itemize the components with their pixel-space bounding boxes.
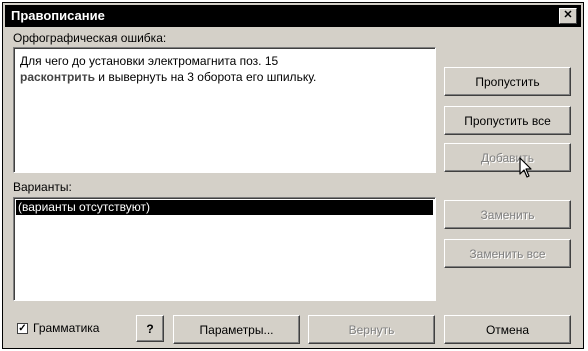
spelling-dialog: Правописание ✕ Орфографическая ошибка: Д… xyxy=(2,2,584,349)
suggestions-list[interactable]: (варианты отсутствуют) xyxy=(13,197,436,301)
list-item[interactable]: (варианты отсутствуют) xyxy=(16,200,433,215)
help-icon[interactable]: ? xyxy=(136,315,164,342)
spelling-error-label: Орфографическая ошибка: xyxy=(13,31,167,45)
replace-all-button[interactable]: Заменить все xyxy=(444,239,571,268)
params-button[interactable]: Параметры... xyxy=(173,315,300,344)
cancel-button[interactable]: Отмена xyxy=(444,315,571,344)
title-bar: Правописание ✕ xyxy=(5,5,581,27)
replace-button[interactable]: Заменить xyxy=(444,200,571,229)
undo-button-label: Вернуть xyxy=(348,322,395,337)
close-icon[interactable]: ✕ xyxy=(559,8,577,24)
mouse-cursor-icon xyxy=(519,157,532,178)
skip-button[interactable]: Пропустить xyxy=(444,67,571,96)
error-text-line2: расконтрить и вывернуть на 3 оборота его… xyxy=(20,69,429,85)
suggestions-label: Варианты: xyxy=(13,180,72,194)
misspelled-word: расконтрить xyxy=(20,70,95,84)
replace-all-button-label: Заменить все xyxy=(469,246,546,261)
grammar-checkbox[interactable]: ✓ xyxy=(17,323,28,334)
add-button-label: Добавить xyxy=(480,150,535,165)
spelling-error-text[interactable]: Для чего до установки электромагнита поз… xyxy=(13,47,436,173)
grammar-label: Грамматика xyxy=(33,321,100,335)
skip-button-label: Пропустить xyxy=(475,74,540,89)
help-button-label: ? xyxy=(146,321,154,336)
replace-button-label: Заменить xyxy=(480,207,535,222)
window-title: Правописание xyxy=(11,8,105,23)
error-text-line2-rest: и вывернуть на 3 оборота его шпильку. xyxy=(94,70,317,84)
skip-all-button-label: Пропустить все xyxy=(464,113,551,128)
undo-button[interactable]: Вернуть xyxy=(308,315,435,344)
error-text-line1: Для чего до установки электромагнита поз… xyxy=(20,54,279,68)
add-button[interactable]: Добавить xyxy=(444,143,571,172)
skip-all-button[interactable]: Пропустить все xyxy=(444,106,571,135)
params-button-label: Параметры... xyxy=(199,322,274,337)
cancel-button-label: Отмена xyxy=(485,322,530,337)
